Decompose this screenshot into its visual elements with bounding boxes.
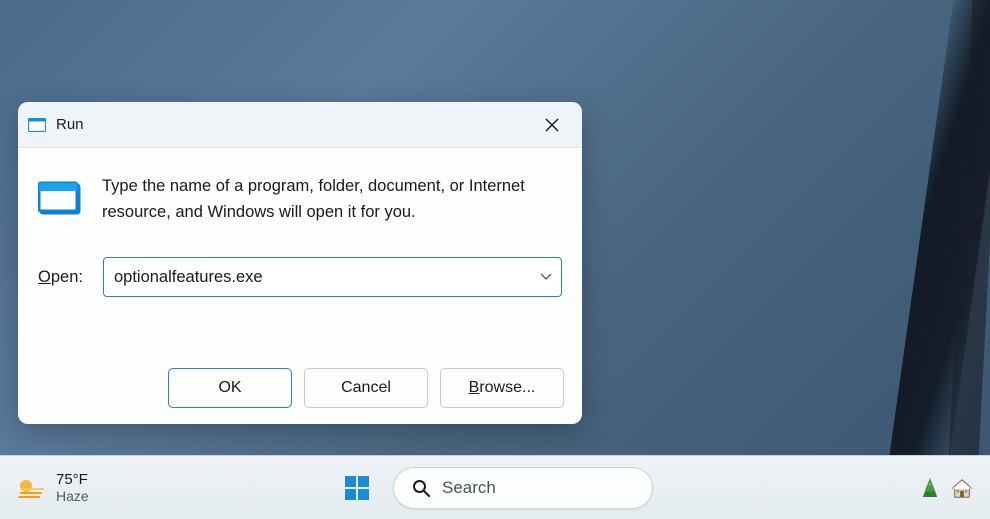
tray-house-icon[interactable]	[950, 476, 974, 500]
tray-tree-icon[interactable]	[918, 476, 942, 500]
open-combobox[interactable]	[103, 257, 562, 297]
run-icon	[28, 116, 46, 134]
dialog-body: Type the name of a program, folder, docu…	[18, 148, 582, 317]
dialog-description: Type the name of a program, folder, docu…	[102, 174, 562, 225]
search-icon	[412, 479, 430, 497]
close-button[interactable]	[528, 108, 576, 142]
cancel-button[interactable]: Cancel	[304, 368, 428, 408]
weather-condition: Haze	[56, 488, 89, 504]
ok-button[interactable]: OK	[168, 368, 292, 408]
windows-logo-icon	[343, 474, 371, 502]
search-placeholder: Search	[442, 478, 496, 498]
taskbar: 75°F Haze Search	[0, 455, 990, 519]
dialog-title: Run	[56, 116, 528, 133]
taskbar-search[interactable]: Search	[393, 467, 653, 509]
run-icon	[38, 178, 82, 218]
run-dialog: Run Type the name of a program, folder, …	[18, 102, 582, 424]
open-label: Open:	[38, 268, 83, 287]
browse-button[interactable]: Browse...	[440, 368, 564, 408]
system-tray	[918, 476, 974, 500]
weather-haze-icon	[16, 474, 44, 502]
button-row: OK Cancel Browse...	[168, 368, 564, 408]
titlebar[interactable]: Run	[18, 102, 582, 148]
start-button[interactable]	[337, 468, 377, 508]
close-icon	[545, 118, 559, 132]
weather-widget[interactable]: 75°F Haze	[16, 471, 89, 504]
weather-temperature: 75°F	[56, 471, 89, 488]
open-input[interactable]	[103, 257, 562, 297]
